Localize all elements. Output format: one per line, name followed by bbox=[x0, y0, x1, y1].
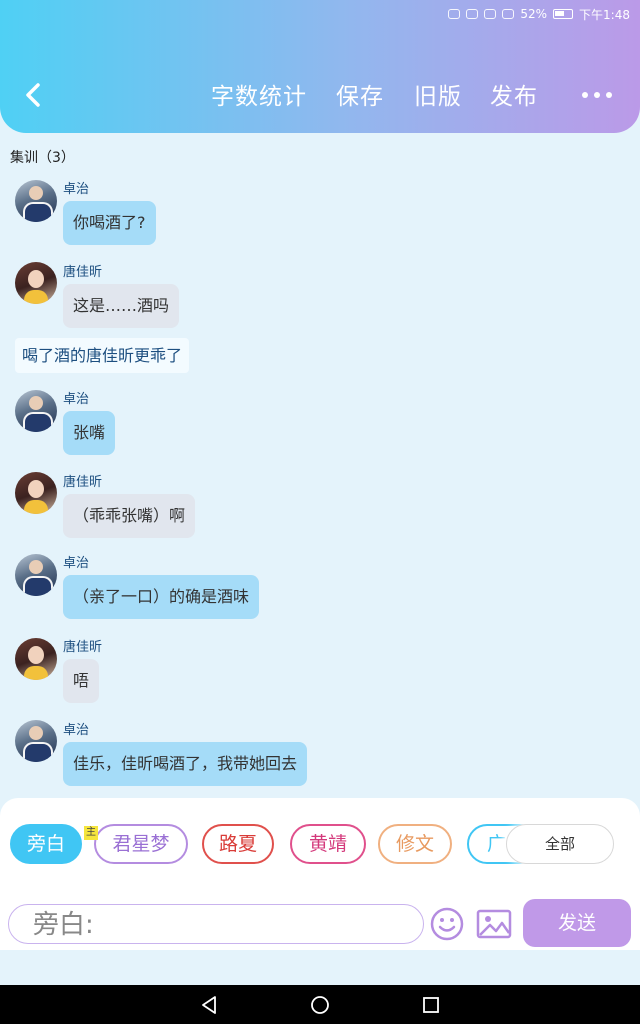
toolbar: 字数统计 保存 旧版 发布 bbox=[0, 80, 640, 114]
nav-back-icon[interactable] bbox=[198, 994, 220, 1016]
battery-percent: 52% bbox=[520, 7, 548, 21]
sender-name: 唐佳昕 bbox=[63, 475, 103, 490]
eye-icon bbox=[484, 9, 497, 19]
character-chip[interactable]: 黄靖 bbox=[290, 824, 366, 864]
send-button[interactable]: 发送 bbox=[523, 899, 631, 947]
save-button[interactable]: 保存 bbox=[336, 80, 384, 114]
group-title: 集训（3） bbox=[10, 150, 75, 166]
battery-icon bbox=[553, 9, 574, 19]
avatar[interactable] bbox=[15, 180, 57, 222]
word-count-button[interactable]: 字数统计 bbox=[211, 80, 307, 114]
publish-button[interactable]: 发布 bbox=[490, 80, 538, 114]
avatar[interactable] bbox=[15, 262, 57, 304]
avatar[interactable] bbox=[15, 390, 57, 432]
sender-name: 卓治 bbox=[63, 392, 90, 407]
old-version-button[interactable]: 旧版 bbox=[414, 80, 462, 114]
nav-recents-icon[interactable] bbox=[420, 994, 442, 1016]
avatar[interactable] bbox=[15, 638, 57, 680]
avatar[interactable] bbox=[15, 720, 57, 762]
system-nav-bar bbox=[0, 985, 640, 1024]
input-speaker-prefix: 旁白: bbox=[33, 910, 94, 940]
character-chip[interactable]: 修文 bbox=[378, 824, 452, 864]
vibrate-icon bbox=[466, 9, 479, 19]
avatar[interactable] bbox=[15, 472, 57, 514]
nav-home-icon[interactable] bbox=[309, 994, 331, 1016]
status-bar: 52% 下午1:48 bbox=[448, 6, 630, 22]
all-characters-button[interactable]: 全部 bbox=[506, 824, 614, 864]
message-bubble[interactable]: （亲了一口）的确是酒味 bbox=[63, 575, 260, 619]
main-role-badge: 主 bbox=[84, 826, 98, 840]
emoji-button[interactable] bbox=[430, 907, 464, 941]
narration-text[interactable]: 喝了酒的唐佳昕更乖了 bbox=[15, 338, 190, 373]
message-input[interactable]: 旁白: bbox=[8, 904, 424, 944]
sender-name: 卓治 bbox=[63, 723, 90, 738]
character-chip[interactable]: 路夏 bbox=[202, 824, 274, 864]
sender-name: 卓治 bbox=[63, 556, 90, 571]
headset-icon bbox=[448, 9, 461, 19]
message-bubble[interactable]: 你喝酒了? bbox=[63, 201, 156, 245]
sender-name: 卓治 bbox=[63, 182, 90, 197]
character-chip[interactable]: 君星梦 bbox=[94, 824, 188, 864]
smiley-icon bbox=[430, 907, 464, 941]
more-options-button[interactable] bbox=[582, 90, 614, 100]
image-button[interactable] bbox=[476, 909, 512, 939]
message-bubble[interactable]: 张嘴 bbox=[63, 411, 116, 455]
more-dot-icon bbox=[582, 92, 588, 98]
message-bubble[interactable]: 这是……酒吗 bbox=[63, 284, 180, 328]
sender-name: 唐佳昕 bbox=[63, 640, 103, 655]
message-bubble[interactable]: 唔 bbox=[63, 659, 100, 703]
more-dot-icon bbox=[594, 92, 600, 98]
more-dot-icon bbox=[606, 92, 612, 98]
message-bubble[interactable]: 佳乐，佳昕喝酒了，我带她回去 bbox=[63, 742, 308, 786]
clock: 下午1:48 bbox=[579, 7, 630, 22]
app-header: 52% 下午1:48 字数统计 保存 旧版 发布 bbox=[0, 0, 640, 133]
character-chip-narrator[interactable]: 旁白 bbox=[10, 824, 82, 864]
image-icon bbox=[476, 909, 512, 939]
avatar[interactable] bbox=[15, 554, 57, 596]
sender-name: 唐佳昕 bbox=[63, 265, 103, 280]
message-bubble[interactable]: （乖乖张嘴）啊 bbox=[63, 494, 196, 538]
wifi-icon bbox=[502, 9, 515, 19]
